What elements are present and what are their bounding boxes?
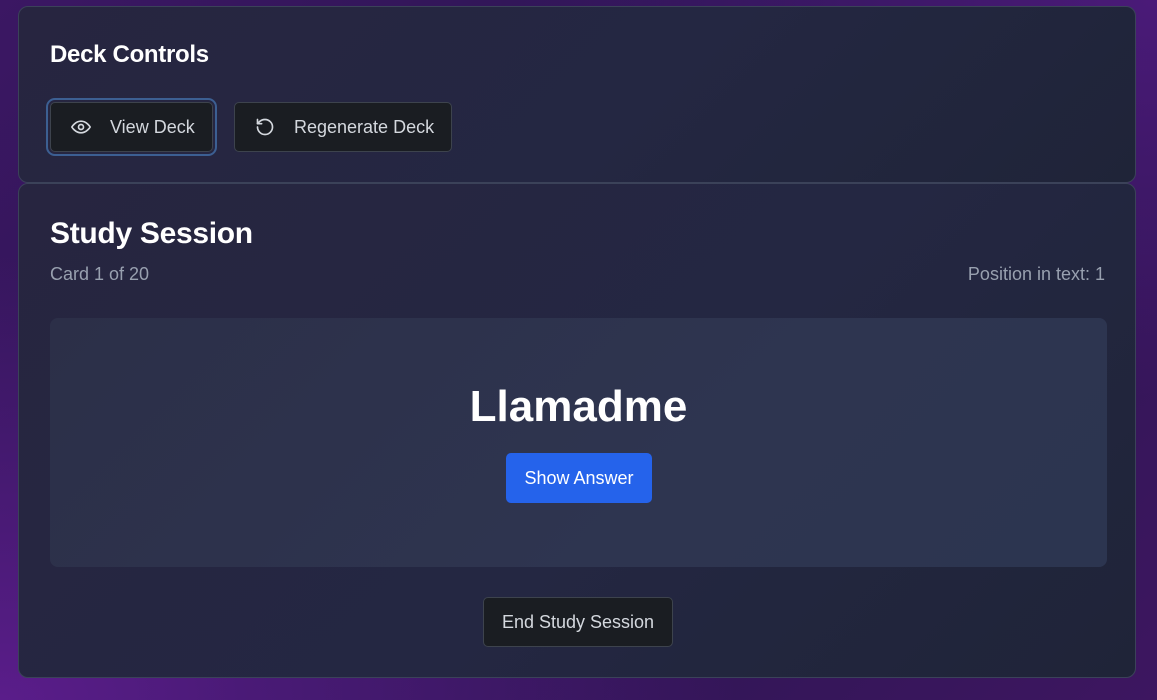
card-counter: Card 1 of 20 bbox=[50, 264, 150, 284]
regenerate-deck-button[interactable]: Regenerate Deck bbox=[234, 102, 452, 152]
study-session-panel: Study Session Card 1 of 20 Position in t… bbox=[18, 183, 1136, 678]
eye-icon bbox=[70, 116, 92, 138]
view-deck-button[interactable]: View Deck bbox=[46, 98, 217, 156]
position-in-text: Position in text: 1 bbox=[967, 264, 1105, 284]
regenerate-deck-label: Regenerate Deck bbox=[294, 116, 435, 137]
view-deck-label: View Deck bbox=[110, 116, 195, 137]
flashcard-term: Llamadme bbox=[469, 382, 688, 431]
flashcard: Llamadme Show Answer bbox=[50, 318, 1107, 567]
deck-controls-title: Deck Controls bbox=[50, 41, 209, 68]
deck-controls-panel: Deck Controls View Deck Regenerate Deck bbox=[18, 6, 1136, 183]
show-answer-button[interactable]: Show Answer bbox=[506, 453, 652, 503]
rotate-ccw-icon bbox=[254, 116, 276, 138]
end-study-session-button[interactable]: End Study Session bbox=[483, 597, 673, 647]
study-session-title: Study Session bbox=[50, 217, 253, 250]
